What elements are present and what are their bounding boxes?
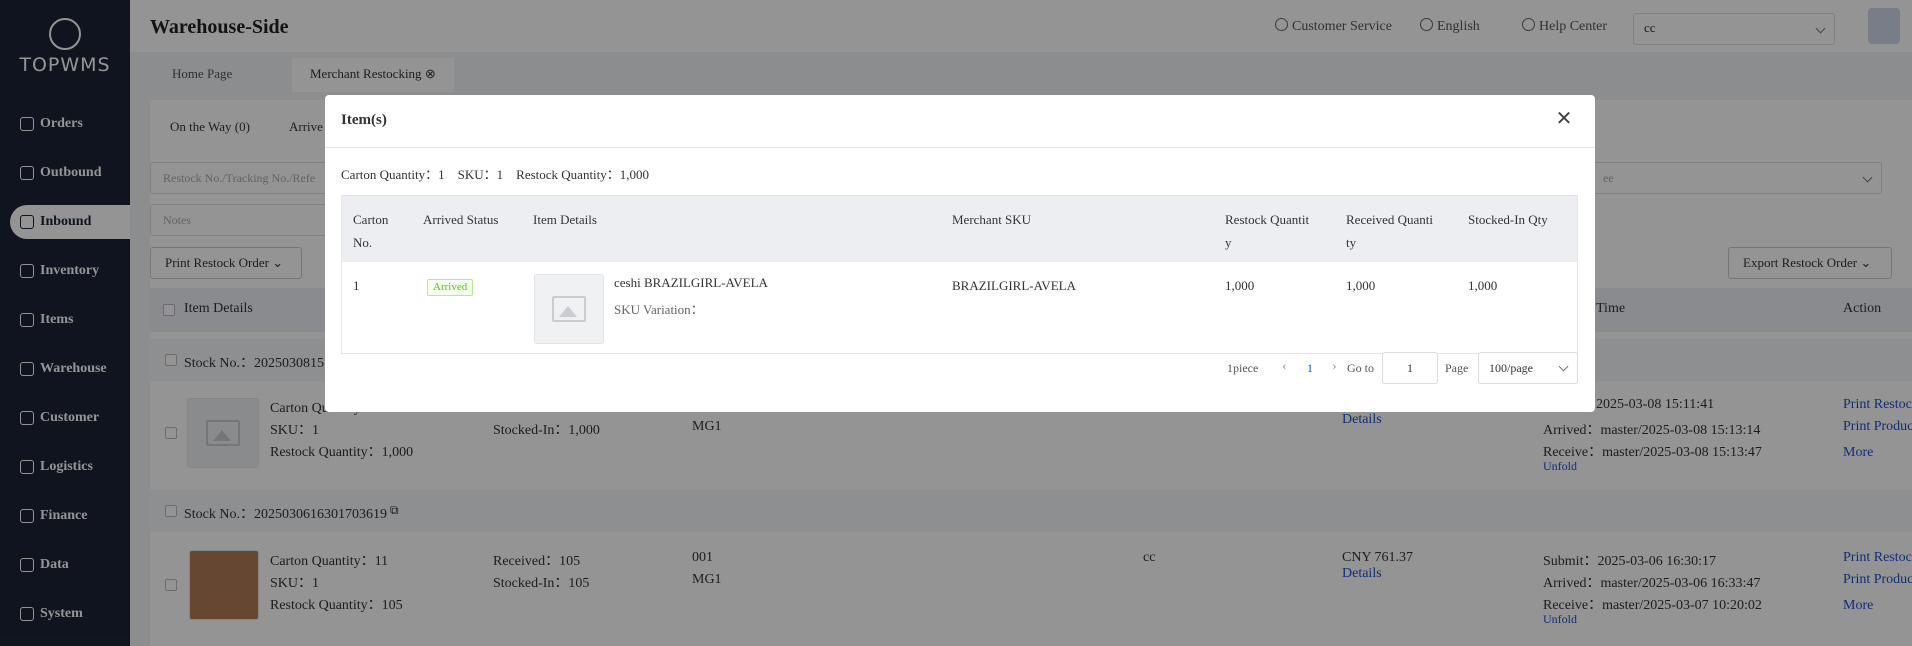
summary-sku: SKU：1 bbox=[457, 167, 504, 182]
product-thumbnail bbox=[534, 274, 604, 344]
cell-merchant-sku: BRAZILGIRL-AVELA bbox=[952, 278, 1076, 293]
page-size-select[interactable]: 100/page bbox=[1478, 352, 1578, 384]
column-carton-no: Carton No. bbox=[353, 208, 388, 254]
prev-page-icon[interactable]: ‹ bbox=[1282, 359, 1287, 375]
modal-summary: Carton Quantity：1 SKU：1 Restock Quantity… bbox=[341, 164, 649, 183]
goto-label: Go to bbox=[1347, 361, 1374, 375]
page-size-value: 100/page bbox=[1489, 361, 1533, 375]
items-table-header: Carton No. Arrived Status Item Details Me… bbox=[342, 196, 1577, 262]
modal-divider bbox=[325, 147, 1595, 148]
status-badge: Arrived bbox=[427, 279, 474, 296]
column-label: Restock Quantit bbox=[1225, 212, 1310, 227]
page-label: Page bbox=[1445, 361, 1469, 375]
column-label: Carton bbox=[353, 212, 389, 227]
next-page-icon[interactable]: › bbox=[1332, 359, 1337, 375]
image-placeholder-icon bbox=[552, 296, 586, 322]
cell-received-quantity: 1,000 bbox=[1346, 278, 1376, 293]
summary-carton-quantity: Carton Quantity：1 bbox=[341, 167, 445, 182]
pagination-total: 1piece bbox=[1227, 361, 1259, 375]
column-merchant-sku: Merchant SKU bbox=[952, 212, 1032, 227]
goto-page-input[interactable]: 1 bbox=[1382, 352, 1438, 384]
close-icon[interactable]: ✕ bbox=[1553, 107, 1575, 129]
column-arrived-status: Arrived Status bbox=[423, 212, 499, 227]
column-label: y bbox=[1225, 235, 1232, 250]
cell-sku-variation: SKU Variation： bbox=[614, 302, 704, 317]
cell-restock-quantity: 1,000 bbox=[1225, 278, 1255, 293]
chevron-down-icon bbox=[1558, 361, 1569, 372]
column-received-quantity: Received Quanti ty bbox=[1346, 208, 1433, 254]
column-label: No. bbox=[353, 235, 373, 250]
column-label: Received Quanti bbox=[1346, 212, 1433, 227]
summary-restock-quantity: Restock Quantity：1,000 bbox=[516, 167, 650, 182]
page-number-current[interactable]: 1 bbox=[1307, 361, 1313, 376]
cell-carton-no: 1 bbox=[353, 278, 360, 293]
modal-title: Item(s) bbox=[341, 112, 387, 128]
cell-stocked-in-qty: 1,000 bbox=[1468, 278, 1498, 293]
column-stocked-in-qty: Stocked-In Qty bbox=[1468, 212, 1548, 227]
column-label: ty bbox=[1346, 235, 1357, 250]
items-table: Carton No. Arrived Status Item Details Me… bbox=[341, 195, 1578, 354]
items-modal: Item(s) ✕ Carton Quantity：1 SKU：1 Restoc… bbox=[325, 95, 1595, 412]
column-item-details: Item Details bbox=[533, 212, 597, 227]
column-restock-quantity: Restock Quantit y bbox=[1225, 208, 1309, 254]
cell-item-name: ceshi BRAZILGIRL-AVELA bbox=[614, 275, 768, 290]
